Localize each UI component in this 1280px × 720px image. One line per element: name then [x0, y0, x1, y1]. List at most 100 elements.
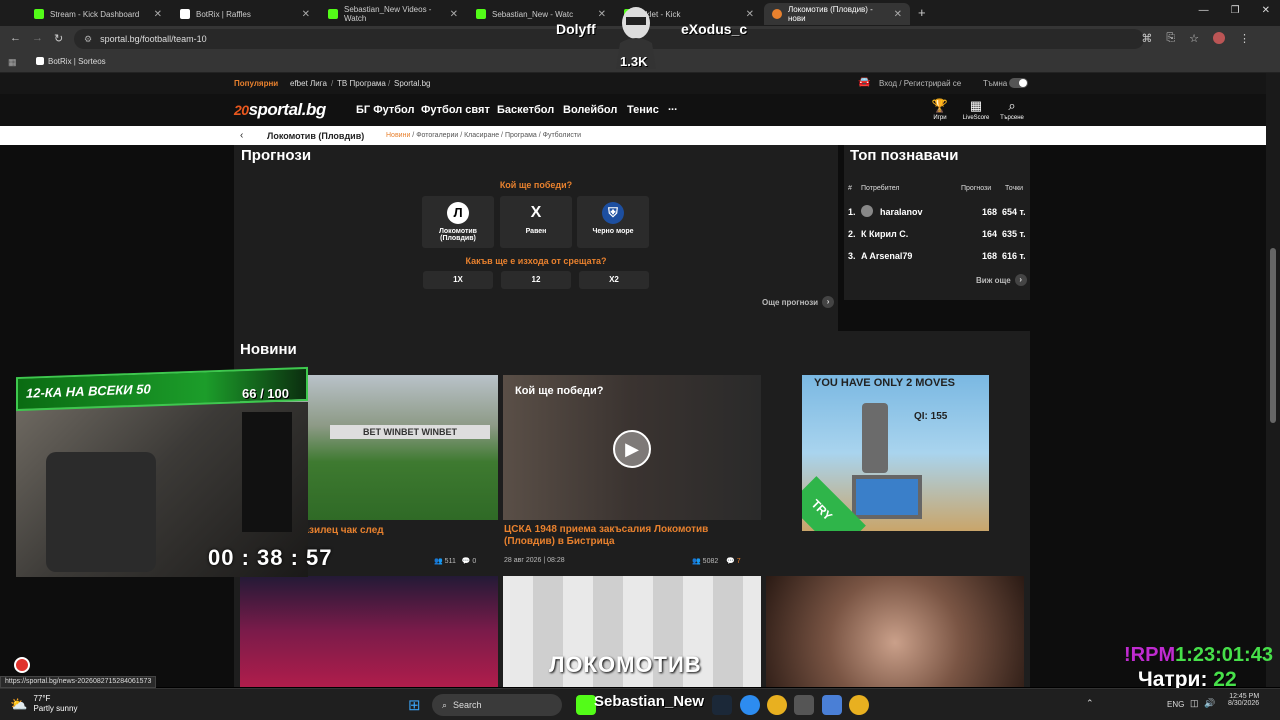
partly-sunny-icon: ⛅	[10, 695, 28, 712]
popular-link-tv[interactable]: ТВ Програма	[337, 79, 386, 88]
news-thumbnail[interactable]	[766, 576, 1024, 687]
kick-app-icon[interactable]	[576, 695, 596, 715]
page-scrollbar[interactable]	[1266, 73, 1280, 687]
nav-world-football[interactable]: Футбол свят	[421, 104, 490, 116]
close-icon[interactable]: ✕	[302, 9, 310, 20]
news-item-date: 28 авг 2026 | 08:28	[504, 557, 565, 564]
nav-livescore[interactable]: ▦ LiveScore	[956, 98, 996, 121]
new-tab-button[interactable]: +	[918, 5, 926, 20]
chair-image	[46, 452, 156, 572]
windows-start-icon[interactable]: ⊞	[408, 696, 421, 714]
cast-icon[interactable]: ⎘	[1166, 32, 1175, 45]
predict-home[interactable]: Л Локомотив (Пловдив)	[422, 196, 494, 248]
predict-away[interactable]: ⛨ Черно море	[577, 196, 649, 248]
steam-icon[interactable]	[712, 695, 732, 715]
news-thumbnail[interactable]: ЛОКОМОТИВ	[503, 576, 761, 687]
site-logo[interactable]: 20sportal.bg	[234, 100, 326, 120]
search-icon: ⌕	[1008, 98, 1016, 113]
play-icon[interactable]: ▶	[613, 430, 651, 468]
arrow-right-icon: ›	[822, 296, 835, 308]
tab-lokomotiv[interactable]: Локомотив (Пловдив) - нови ✕	[764, 3, 910, 25]
close-window-icon[interactable]: ✕	[1262, 5, 1270, 16]
chevron-left-icon[interactable]: ‹	[240, 130, 243, 141]
dark-mode-toggle[interactable]	[1009, 78, 1028, 88]
maximize-icon[interactable]: ❐	[1231, 5, 1240, 16]
language-indicator[interactable]: ENG	[1167, 700, 1184, 709]
minimize-icon[interactable]: —	[1199, 5, 1209, 16]
bookmark-star-icon[interactable]: ☆	[1189, 32, 1199, 45]
scrollbar-thumb[interactable]	[1270, 248, 1276, 423]
search-icon: ⌕	[442, 699, 448, 710]
notification-icon[interactable]	[14, 657, 30, 673]
trophy-icon: 🏆	[931, 98, 949, 113]
bookmark-botrix[interactable]: BotRix | Sorteos	[36, 57, 106, 66]
popular-link-efbet[interactable]: efbet Лига	[290, 79, 327, 88]
wifi-icon[interactable]: ◫	[1190, 698, 1199, 709]
advertisement[interactable]: YOU HAVE ONLY 2 MOVES QI: 155 TRY	[802, 375, 989, 531]
close-icon[interactable]: ✕	[894, 9, 902, 20]
app-icon[interactable]	[822, 695, 842, 715]
leaderboard-more-link[interactable]: Виж още ›	[976, 274, 1027, 286]
translate-icon[interactable]: ⌘	[1141, 32, 1152, 45]
camera-counter: 66 / 100	[242, 386, 289, 401]
tray-chevron-icon[interactable]: ⌃	[1086, 698, 1094, 709]
predictions-question-outcome: Какъв ще е изхода от срещата?	[465, 256, 607, 266]
news-title: Новини	[240, 341, 297, 358]
chrome-icon[interactable]	[767, 695, 787, 715]
site-info-icon[interactable]: ⚙	[84, 34, 92, 45]
predict-draw[interactable]: X Равен	[500, 196, 572, 248]
overlay-mascot: 1.3K	[606, 3, 666, 69]
login-icon: 🚘	[858, 77, 871, 88]
leaderboard-header: # Потребител Прогнози Точки	[848, 185, 1024, 192]
close-icon[interactable]: ✕	[450, 9, 458, 20]
nav-games[interactable]: 🏆 Игри	[920, 98, 960, 121]
apps-icon[interactable]: ▦	[8, 57, 17, 68]
nav-bg-football[interactable]: БГ Футбол	[356, 104, 414, 116]
taskbar-search[interactable]: ⌕ Search	[432, 694, 562, 716]
close-icon[interactable]: ✕	[746, 9, 754, 20]
more-predictions-link[interactable]: Още прогнози ›	[762, 296, 835, 308]
tab-kick-dashboard[interactable]: Stream - Kick Dashboard ✕	[26, 3, 170, 25]
users-icon: 👥	[692, 558, 701, 565]
clock[interactable]: 12:45 PM 8/30/2026	[1228, 693, 1259, 707]
close-icon[interactable]: ✕	[154, 9, 162, 20]
status-bar-url: https://sportal.bg/news-2026082715284061…	[0, 676, 157, 688]
menu-icon[interactable]: ⋮	[1239, 32, 1250, 45]
overlay-badge: 1.3K	[620, 54, 648, 69]
chrome-icon[interactable]	[849, 695, 869, 715]
nav-more[interactable]: ...	[668, 101, 677, 113]
leaderboard-row[interactable]: 3. A Arsenal79 168 616 т.	[844, 246, 1030, 266]
outcome-1x[interactable]: 1X	[423, 271, 493, 289]
team-name: Локомотив (Пловдив)	[267, 131, 365, 141]
nav-basketball[interactable]: Баскетбол	[497, 104, 554, 116]
ad-iq: QI: 155	[914, 411, 948, 422]
outcome-x2[interactable]: X2	[579, 271, 649, 289]
outcome-12[interactable]: 12	[501, 271, 571, 289]
nav-tennis[interactable]: Тенис	[627, 104, 659, 116]
botrix-icon	[180, 9, 190, 19]
team-subnav-links[interactable]: Новини / Фотогалерии / Класиране / Прогр…	[386, 132, 581, 139]
news-thumbnail[interactable]: Кой ще победи? ▶	[503, 375, 761, 520]
forward-icon[interactable]: →	[32, 32, 43, 44]
news-item-title[interactable]: ЦСКА 1948 приема закъсалия Локомотив (Пл…	[504, 524, 754, 548]
leaderboard-row[interactable]: 2. К Кирил С. 164 635 т.	[844, 224, 1030, 244]
tab-botrix[interactable]: BotRix | Raffles ✕	[172, 3, 318, 25]
popular-link-sportal[interactable]: Sportal.bg	[394, 79, 430, 88]
tab-sebastian-videos[interactable]: Sebastian_New Videos - Watch ✕	[320, 3, 466, 25]
team-subnav: ‹ Локомотив (Пловдив) Новини / Фотогалер…	[0, 126, 1266, 145]
reload-icon[interactable]: ↻	[54, 32, 63, 45]
nav-search[interactable]: ⌕ Търсене	[992, 98, 1032, 121]
app-icon[interactable]	[794, 695, 814, 715]
weather-widget[interactable]: ⛅ 77°F Partly sunny	[10, 694, 77, 714]
nav-volleyball[interactable]: Волейбол	[563, 104, 617, 116]
app-icon[interactable]	[740, 695, 760, 715]
back-icon[interactable]: ←	[10, 32, 21, 44]
login-link[interactable]: Вход / Регистрирай се	[879, 79, 961, 88]
news-thumbnail[interactable]	[240, 576, 498, 687]
leaderboard-row[interactable]: 1. haralanov 168 654 т.	[844, 202, 1030, 222]
close-icon[interactable]: ✕	[598, 9, 606, 20]
profile-avatar[interactable]	[1213, 32, 1225, 44]
volume-icon[interactable]: 🔊	[1204, 698, 1215, 709]
overlay-name-left: Dolyff	[556, 21, 596, 37]
dark-mode-label: Тъмна	[983, 79, 1008, 88]
